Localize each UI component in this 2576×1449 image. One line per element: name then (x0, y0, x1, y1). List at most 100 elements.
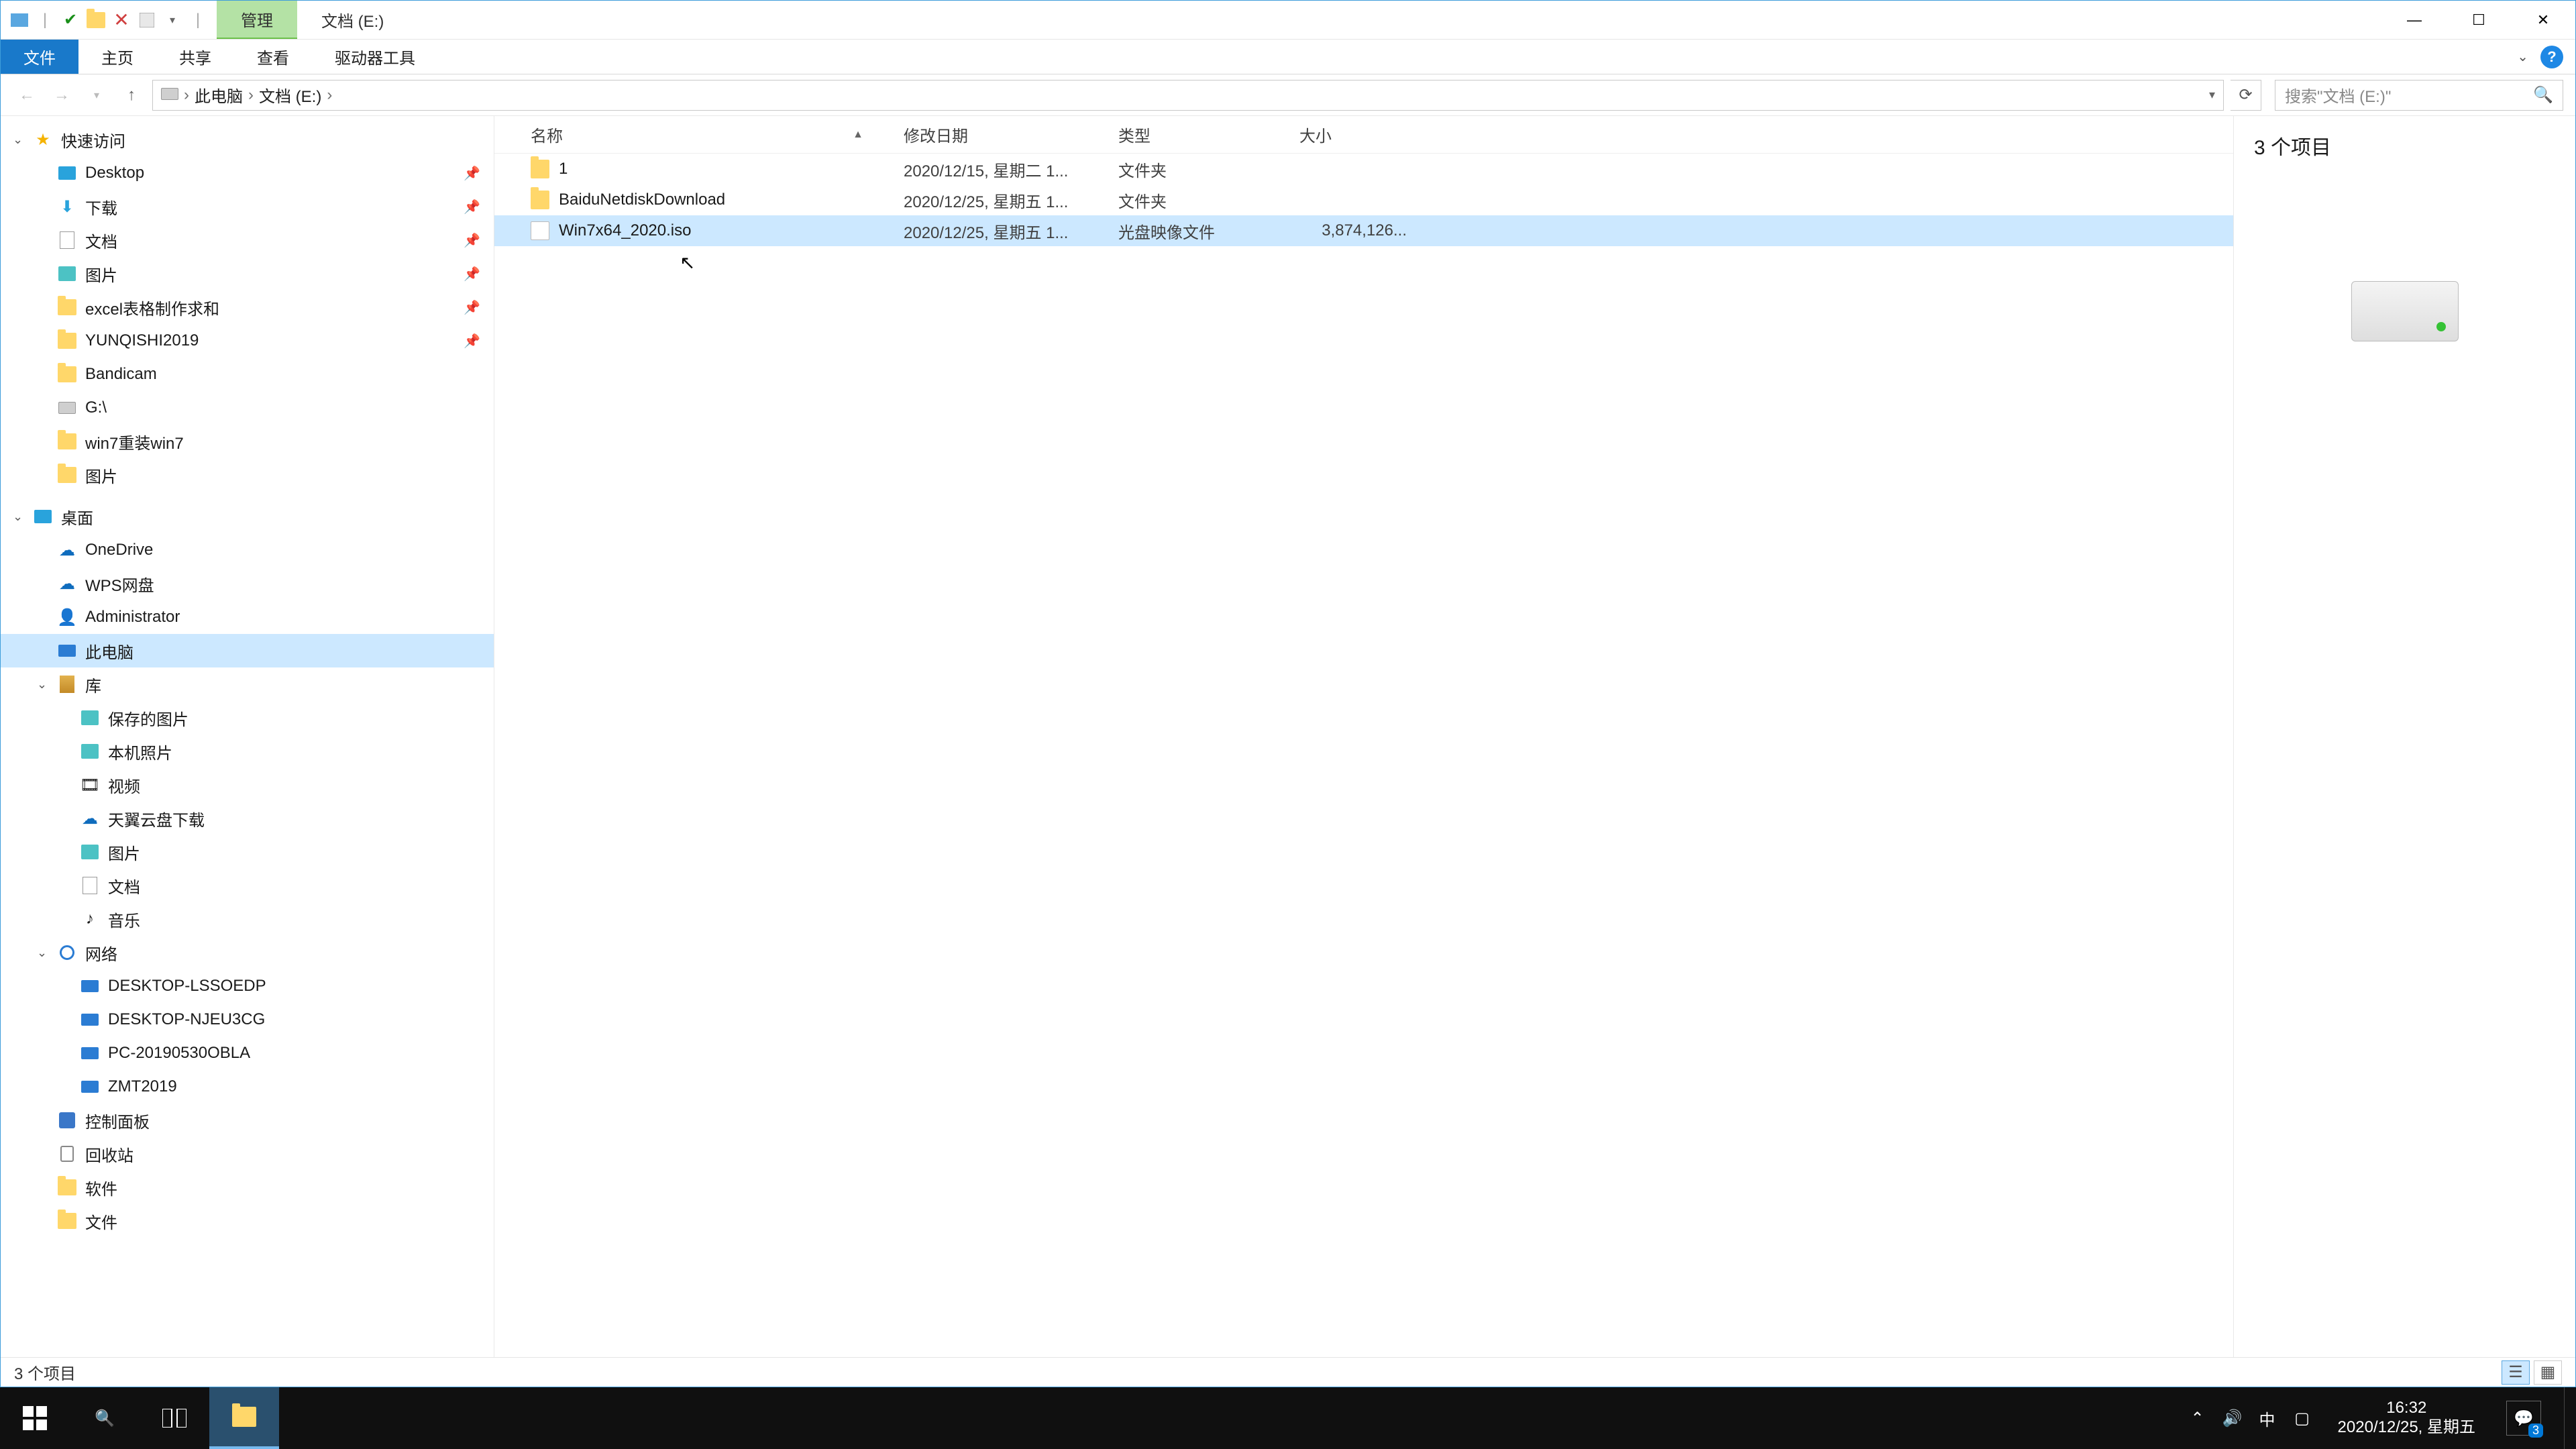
window-controls: — ☐ ✕ (2382, 1, 2575, 39)
start-button[interactable] (0, 1387, 70, 1449)
tree-desktop[interactable]: ⌄桌面 (1, 500, 494, 533)
breadcrumb-segment[interactable]: 文档 (E:) (259, 83, 321, 107)
volume-icon[interactable]: 🔊 (2222, 1408, 2243, 1428)
search-button[interactable]: 🔍 (70, 1387, 140, 1449)
drive-illustration-icon (2351, 281, 2459, 341)
tree-item[interactable]: DESKTOP-NJEU3CG (1, 1003, 494, 1036)
ribbon-collapse-icon[interactable]: ⌄ (2517, 48, 2528, 65)
tree-item[interactable]: 🎞视频 (1, 768, 494, 802)
folder-icon (57, 297, 77, 317)
tree-item[interactable]: PC-20190530OBLA (1, 1036, 494, 1070)
taskbar-app-explorer[interactable] (209, 1387, 279, 1449)
breadcrumb-segment[interactable]: 此电脑 (195, 83, 243, 107)
chevron-right-icon[interactable]: › (248, 86, 254, 105)
tree-item[interactable]: excel表格制作求和📌 (1, 290, 494, 324)
up-button[interactable]: ↑ (117, 81, 146, 109)
action-center-button[interactable]: 💬3 (2506, 1401, 2541, 1436)
tree-item[interactable]: 图片 (1, 835, 494, 869)
tree-libraries[interactable]: ⌄库 (1, 667, 494, 701)
tree-item[interactable]: DESKTOP-LSSOEDP (1, 969, 494, 1003)
tab-file[interactable]: 文件 (1, 40, 78, 74)
forward-button[interactable]: → (48, 81, 76, 109)
tree-item[interactable]: ♪音乐 (1, 902, 494, 936)
file-row[interactable]: BaiduNetdiskDownload 2020/12/25, 星期五 1..… (494, 184, 2233, 215)
ime-indicator[interactable]: 中 (2257, 1408, 2277, 1428)
tray-overflow-icon[interactable]: ⌃ (2188, 1408, 2208, 1428)
tree-item[interactable]: 文件 (1, 1204, 494, 1238)
delete-icon[interactable]: ✕ (112, 11, 131, 30)
chevron-right-icon[interactable]: › (184, 86, 189, 105)
file-row[interactable]: Win7x64_2020.iso 2020/12/25, 星期五 1... 光盘… (494, 215, 2233, 246)
chevron-right-icon[interactable]: › (327, 86, 332, 105)
maximize-button[interactable]: ☐ (2447, 1, 2511, 39)
qat-dropdown-icon[interactable]: ▾ (163, 11, 182, 30)
checkbox-icon[interactable]: ✔ (61, 11, 80, 30)
back-button[interactable]: ← (13, 81, 41, 109)
document-icon (80, 875, 100, 896)
contextual-tab-manage[interactable]: 管理 (217, 1, 297, 39)
address-bar[interactable]: › 此电脑 › 文档 (E:) › ▾ (152, 80, 2224, 111)
taskbar-clock[interactable]: 16:32 2020/12/25, 星期五 (2327, 1399, 2486, 1438)
recent-dropdown-icon[interactable]: ▾ (83, 81, 111, 109)
tree-item[interactable]: Desktop📌 (1, 156, 494, 190)
tree-item[interactable]: 软件 (1, 1171, 494, 1204)
file-row[interactable]: 1 2020/12/15, 星期二 1... 文件夹 (494, 154, 2233, 184)
view-icons-button[interactable]: ▦ (2534, 1360, 2562, 1385)
tab-drive-tools[interactable]: 驱动器工具 (312, 40, 438, 74)
task-view-button[interactable] (140, 1387, 209, 1449)
tree-network[interactable]: ⌄网络 (1, 936, 494, 969)
tree-item[interactable]: G:\ (1, 391, 494, 425)
help-icon[interactable]: ? (2540, 46, 2563, 68)
tree-item[interactable]: 图片 (1, 458, 494, 492)
tree-item[interactable]: 文档📌 (1, 223, 494, 257)
tree-item[interactable]: 文档 (1, 869, 494, 902)
show-desktop-button[interactable] (2564, 1387, 2572, 1449)
column-name[interactable]: 名称▲ (524, 123, 897, 146)
search-placeholder: 搜索"文档 (E:)" (2285, 83, 2391, 107)
tray-app-icon[interactable]: ▢ (2292, 1408, 2312, 1428)
file-list-pane: 名称▲ 修改日期 类型 大小 1 2020/12/15, 星期二 1... 文件… (494, 116, 2233, 1357)
search-icon[interactable]: 🔍 (2533, 85, 2553, 105)
tree-item[interactable]: ☁WPS网盘 (1, 567, 494, 600)
search-box[interactable]: 搜索"文档 (E:)" 🔍 (2275, 80, 2563, 111)
recycle-bin-icon (57, 1144, 77, 1164)
tree-item[interactable]: ⬇下载📌 (1, 190, 494, 223)
column-type[interactable]: 类型 (1112, 123, 1293, 146)
navigation-tree[interactable]: ⌄★快速访问 Desktop📌 ⬇下载📌 文档📌 图片📌 excel表格制作求和… (1, 116, 494, 1357)
tree-item[interactable]: Bandicam (1, 358, 494, 391)
download-icon: ⬇ (57, 197, 77, 217)
folder-icon[interactable] (87, 11, 105, 30)
column-date[interactable]: 修改日期 (897, 123, 1112, 146)
pc-icon (57, 641, 77, 661)
tree-item[interactable]: ZMT2019 (1, 1070, 494, 1104)
tree-item[interactable]: ☁天翼云盘下载 (1, 802, 494, 835)
details-pane: 3 个项目 (2233, 116, 2575, 1357)
quick-access-toolbar: | ✔ ✕ ▾ | (1, 1, 217, 39)
tab-share[interactable]: 共享 (156, 40, 234, 74)
minimize-button[interactable]: — (2382, 1, 2447, 39)
properties-icon[interactable] (138, 11, 156, 30)
refresh-button[interactable]: ⟳ (2231, 80, 2261, 111)
address-dropdown-icon[interactable]: ▾ (2209, 88, 2215, 102)
folder-icon (57, 431, 77, 451)
view-details-button[interactable]: ☰ (2502, 1360, 2530, 1385)
tree-item[interactable]: 回收站 (1, 1137, 494, 1171)
column-size[interactable]: 大小 (1293, 123, 1413, 146)
tree-item[interactable]: ☁OneDrive (1, 533, 494, 567)
tree-quick-access[interactable]: ⌄★快速访问 (1, 123, 494, 156)
qat-separator: | (189, 11, 207, 30)
tab-view[interactable]: 查看 (234, 40, 312, 74)
tab-home[interactable]: 主页 (78, 40, 156, 74)
tree-this-pc[interactable]: 此电脑 (1, 634, 494, 667)
tree-item[interactable]: 控制面板 (1, 1104, 494, 1137)
tree-item[interactable]: 👤Administrator (1, 600, 494, 634)
tree-item[interactable]: win7重装win7 (1, 425, 494, 458)
tree-item[interactable]: 图片📌 (1, 257, 494, 290)
system-tray: ⌃ 🔊 中 ▢ 16:32 2020/12/25, 星期五 💬3 (2188, 1387, 2576, 1449)
tree-item[interactable]: 保存的图片 (1, 701, 494, 735)
tree-item[interactable]: YUNQISHI2019📌 (1, 324, 494, 358)
close-button[interactable]: ✕ (2511, 1, 2575, 39)
tree-item[interactable]: 本机照片 (1, 735, 494, 768)
column-headers: 名称▲ 修改日期 类型 大小 (494, 116, 2233, 154)
file-list[interactable]: 1 2020/12/15, 星期二 1... 文件夹 BaiduNetdiskD… (494, 154, 2233, 1357)
